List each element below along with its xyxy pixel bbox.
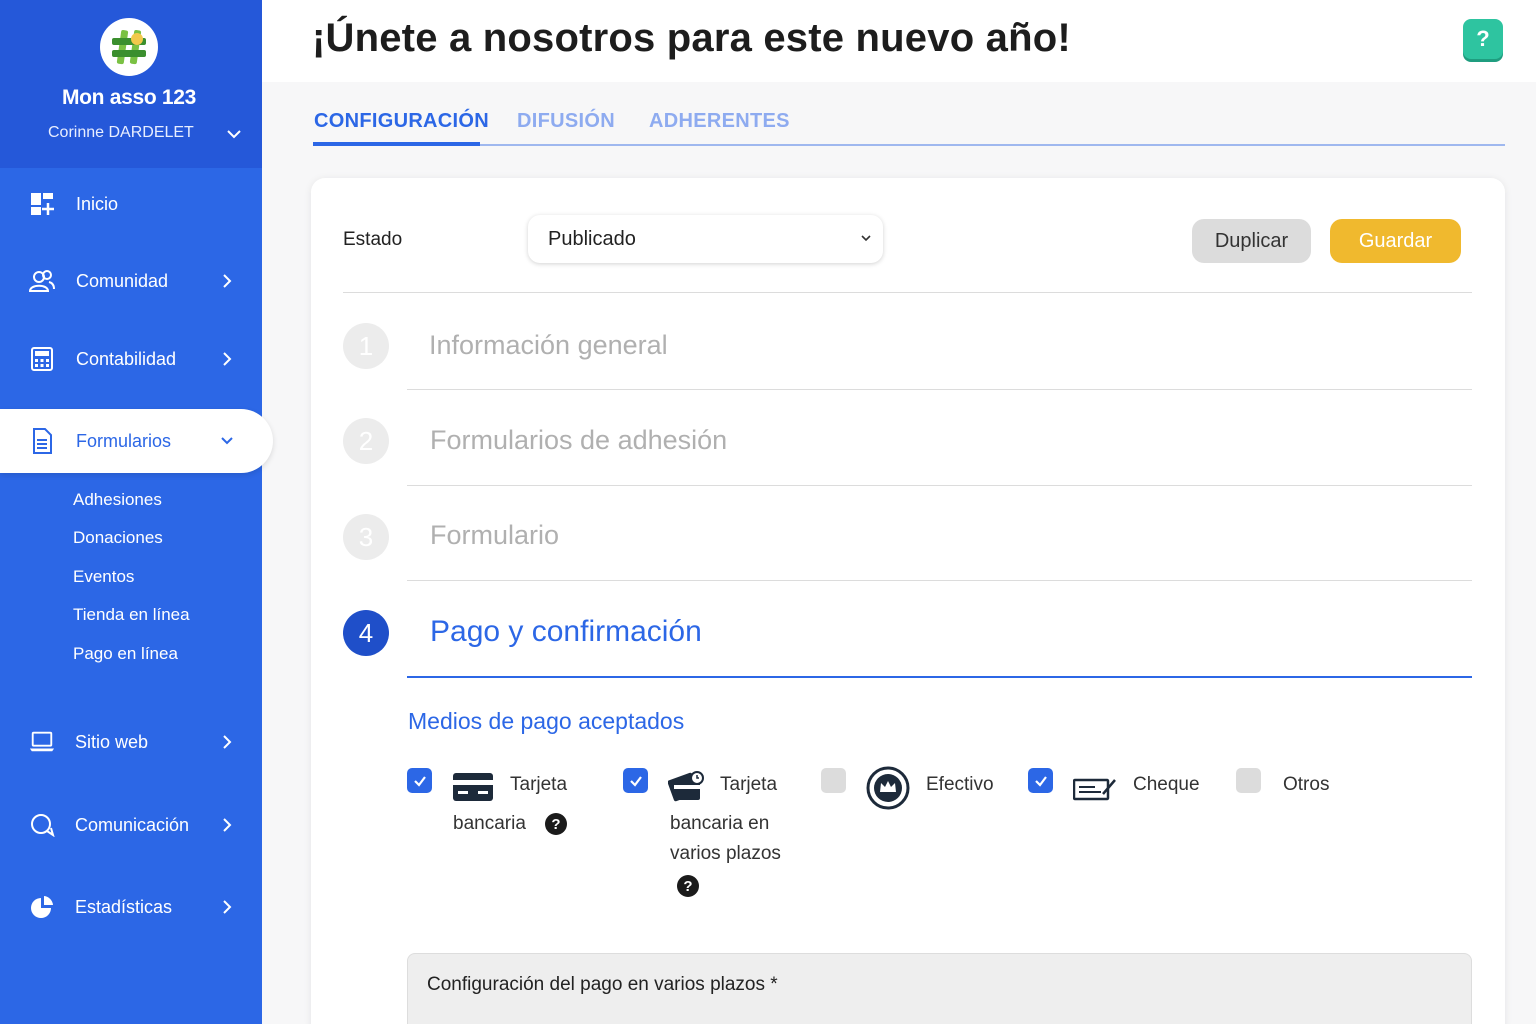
sidebar-item-label: Contabilidad bbox=[76, 348, 177, 369]
sidebar-item-label: Inicio bbox=[76, 193, 119, 214]
sidebar-item-label: Estadísticas bbox=[75, 896, 173, 917]
cash-coin-icon bbox=[866, 766, 910, 810]
card-installments-icon bbox=[668, 771, 704, 802]
installments-config-title: Configuración del pago en varios plazos … bbox=[427, 974, 778, 995]
sidebar-item-formularios[interactable]: Formularios bbox=[0, 409, 273, 473]
sidebar-item-label: Formularios bbox=[76, 430, 172, 451]
checkbox-tarjeta-varios-plazos[interactable] bbox=[623, 768, 648, 793]
laptop-icon bbox=[29, 729, 55, 755]
help-circle-icon[interactable]: ? bbox=[677, 875, 699, 897]
sidebar-item-inicio[interactable]: Inicio bbox=[0, 179, 262, 229]
step-3-number: 3 bbox=[343, 514, 389, 560]
tab-adherentes[interactable]: ADHERENTES bbox=[649, 110, 790, 133]
page-title: ¡Únete a nosotros para este nuevo año! bbox=[312, 16, 1071, 60]
sidebar-item-sitio-web[interactable]: Sitio web bbox=[0, 717, 262, 767]
form-card bbox=[311, 178, 1505, 1024]
org-header: Mon asso 123 Corinne DARDELET bbox=[0, 0, 262, 168]
cheque-icon bbox=[1073, 778, 1116, 801]
save-button[interactable]: Guardar bbox=[1330, 219, 1461, 263]
users-icon bbox=[29, 268, 55, 294]
hash-logo-icon bbox=[112, 30, 146, 65]
sidebar-item-label: Sitio web bbox=[75, 731, 149, 752]
divider bbox=[407, 580, 1472, 581]
tab-difusion[interactable]: DIFUSIÓN bbox=[517, 110, 615, 133]
pie-chart-icon bbox=[29, 894, 55, 920]
sidebar: Mon asso 123 Corinne DARDELET Inicio Com… bbox=[0, 0, 273, 1024]
sidebar-subitem-tienda[interactable]: Tienda en línea bbox=[73, 605, 190, 625]
chevron-right-icon bbox=[223, 735, 232, 749]
step-1-title[interactable]: Información general bbox=[429, 330, 668, 361]
step-3-title[interactable]: Formulario bbox=[430, 520, 559, 551]
tab-configuracion[interactable]: CONFIGURACIÓN bbox=[314, 110, 489, 133]
credit-card-icon bbox=[453, 773, 493, 801]
checkbox-otros[interactable] bbox=[1236, 768, 1261, 793]
chevron-right-icon bbox=[223, 352, 232, 366]
sidebar-subitem-adhesiones[interactable]: Adhesiones bbox=[73, 490, 162, 510]
sidebar-item-label: Comunidad bbox=[76, 270, 169, 291]
chevron-down-icon bbox=[221, 437, 233, 445]
sidebar-item-estadisticas[interactable]: Estadísticas bbox=[0, 882, 262, 932]
estado-select-value: Publicado bbox=[548, 227, 636, 250]
page-header: ¡Únete a nosotros para este nuevo año! ? bbox=[262, 0, 1536, 82]
estado-label: Estado bbox=[343, 229, 403, 250]
user-name[interactable]: Corinne DARDELET bbox=[48, 124, 194, 142]
step-4-divider bbox=[407, 676, 1472, 678]
step-2-title[interactable]: Formularios de adhesión bbox=[430, 425, 727, 456]
tarjeta-plazos-label-2: bancaria en bbox=[670, 813, 770, 834]
step-1-number: 1 bbox=[343, 323, 389, 369]
tabs-divider bbox=[313, 144, 1505, 146]
cheque-label: Cheque bbox=[1133, 774, 1200, 795]
chevron-down-icon[interactable] bbox=[224, 124, 244, 144]
sidebar-item-comunidad[interactable]: Comunidad bbox=[0, 256, 262, 306]
check-icon bbox=[413, 775, 426, 787]
payment-methods-title: Medios de pago aceptados bbox=[408, 708, 685, 734]
efectivo-label: Efectivo bbox=[926, 774, 994, 795]
tarjeta-plazos-label-1: Tarjeta bbox=[720, 774, 778, 795]
org-name: Mon asso 123 bbox=[61, 86, 197, 109]
sidebar-subitem-eventos[interactable]: Eventos bbox=[73, 567, 134, 587]
help-circle-icon[interactable]: ? bbox=[545, 813, 567, 835]
checkbox-tarjeta-bancaria[interactable] bbox=[407, 768, 432, 793]
check-icon bbox=[629, 775, 642, 787]
tab-active-indicator bbox=[313, 142, 480, 146]
chevron-right-icon bbox=[223, 900, 232, 914]
chevron-right-icon bbox=[223, 818, 232, 832]
check-icon bbox=[1034, 775, 1047, 787]
divider bbox=[343, 292, 1472, 293]
calculator-icon bbox=[29, 346, 55, 372]
tarjeta-bancaria-label-2: bancaria bbox=[453, 813, 526, 834]
duplicate-button[interactable]: Duplicar bbox=[1192, 219, 1311, 263]
sidebar-subitem-donaciones[interactable]: Donaciones bbox=[73, 528, 163, 548]
document-icon bbox=[29, 428, 55, 454]
chevron-right-icon bbox=[223, 274, 232, 288]
sidebar-item-comunicacion[interactable]: Comunicación bbox=[0, 800, 262, 850]
divider bbox=[407, 485, 1472, 486]
tarjeta-plazos-label-3: varios plazos bbox=[670, 843, 781, 864]
estado-select[interactable]: Publicado bbox=[528, 215, 883, 263]
sidebar-item-label: Comunicación bbox=[75, 814, 190, 835]
checkbox-efectivo[interactable] bbox=[821, 768, 846, 793]
chat-icon bbox=[29, 812, 55, 838]
help-button[interactable]: ? bbox=[1463, 19, 1503, 59]
otros-label: Otros bbox=[1283, 774, 1330, 795]
tarjeta-bancaria-label-1: Tarjeta bbox=[510, 774, 568, 795]
sidebar-item-contabilidad[interactable]: Contabilidad bbox=[0, 334, 262, 384]
org-logo[interactable] bbox=[100, 18, 158, 76]
step-2-number: 2 bbox=[343, 418, 389, 464]
dashboard-icon bbox=[29, 191, 55, 217]
chevron-down-icon bbox=[861, 235, 871, 242]
step-4-title[interactable]: Pago y confirmación bbox=[430, 615, 702, 649]
checkbox-cheque[interactable] bbox=[1028, 768, 1053, 793]
divider bbox=[407, 389, 1472, 390]
sidebar-subitem-pago[interactable]: Pago en línea bbox=[73, 644, 178, 664]
step-4-number: 4 bbox=[343, 610, 389, 656]
